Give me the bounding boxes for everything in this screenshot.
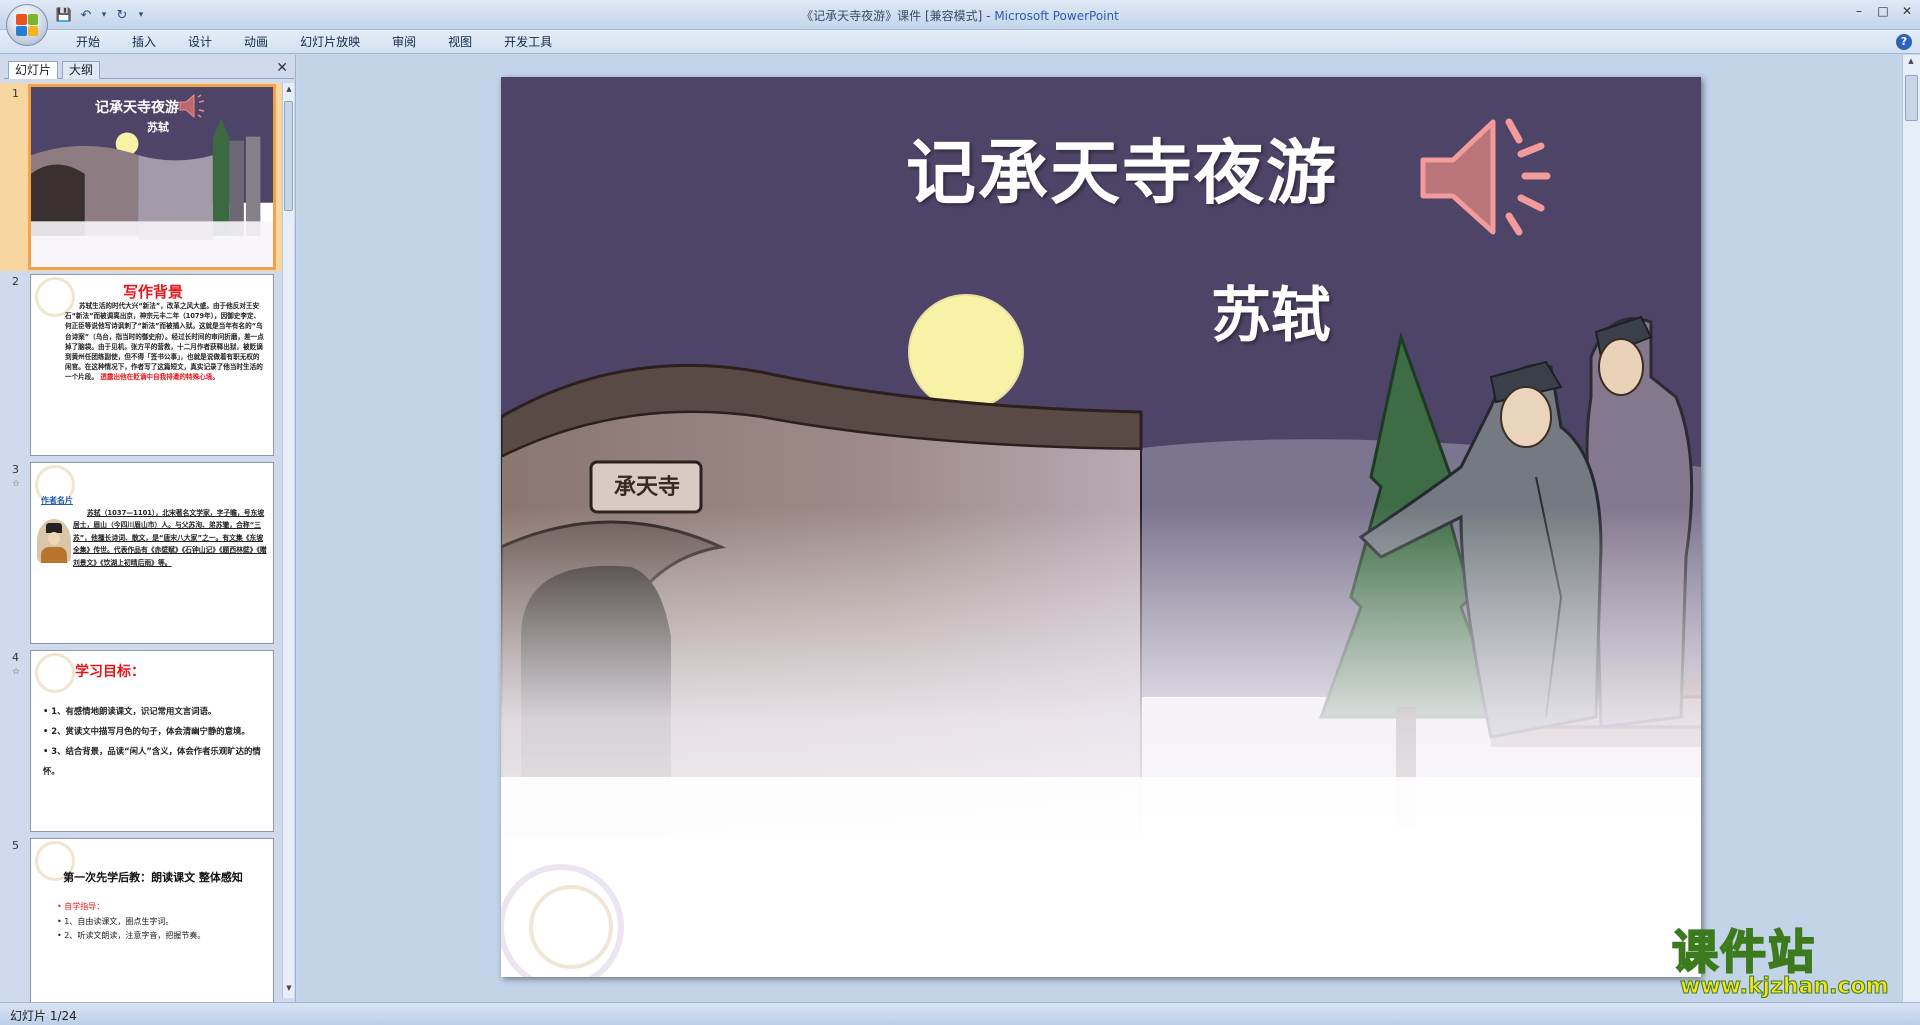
maximize-button[interactable]: □ bbox=[1876, 4, 1890, 18]
slide-counter: 幻灯片 1/24 bbox=[10, 1009, 77, 1023]
slide-thumbnail-5[interactable]: 5 第一次先学后教：朗读课文 整体感知 • 自学指导： • 1、自由读课文，圈点… bbox=[0, 835, 282, 1003]
thumbnail-body: • 1、有感情地朗读课文，识记常用文言词语。 • 2、赏读文中描写月色的句子，体… bbox=[43, 701, 265, 781]
slide-editing-area: 记承天寺夜游 苏轼 承天寺 bbox=[297, 55, 1900, 1002]
scroll-thumb[interactable] bbox=[1905, 75, 1918, 121]
tab-view[interactable]: 视图 bbox=[432, 34, 488, 50]
app-name: Microsoft PowerPoint bbox=[994, 9, 1119, 23]
close-button[interactable]: ✕ bbox=[1900, 4, 1914, 18]
thumbnail-body: 苏轼（1037—1101），北宋著名文学家，字子瞻，号东坡居士，眉山（今四川眉山… bbox=[73, 509, 267, 567]
thumbnail-subheading: • 自学指导： bbox=[57, 902, 105, 911]
slide-thumbnail-2[interactable]: 2 写作背景 苏轼生活的时代大兴“新法”，改革之风大盛。由于他反对王安石“新法”… bbox=[0, 271, 282, 459]
tab-outline[interactable]: 大纲 bbox=[62, 61, 101, 79]
window-controls: – □ ✕ bbox=[1852, 4, 1914, 18]
thumbnail-preview: 学习目标： • 1、有感情地朗读课文，识记常用文言词语。 • 2、赏读文中描写月… bbox=[30, 650, 274, 832]
pane-tabs: 幻灯片 大纲 ✕ bbox=[4, 59, 294, 79]
scroll-up-icon[interactable]: ▲ bbox=[284, 85, 294, 97]
temple-plaque-text: 承天寺 bbox=[613, 474, 680, 500]
ribbon: 开始 插入 设计 动画 幻灯片放映 审阅 视图 开发工具 ? bbox=[0, 30, 1920, 54]
thumbnail-author: 苏轼 bbox=[147, 121, 169, 134]
moon bbox=[908, 294, 1024, 410]
speaker-icon[interactable] bbox=[1417, 112, 1567, 242]
thumbnail-body: • 1、自由读课文，圈点生字词。 • 2、听读文朗读，注意字音，把握节奏。 bbox=[57, 915, 267, 943]
list-item: • 2、听读文朗读，注意字音，把握节奏。 bbox=[57, 931, 206, 940]
thumbnail-number: 2 bbox=[12, 275, 19, 288]
thumbnail-body: 苏轼生活的时代大兴“新法”，改革之风大盛。由于他反对王安石“新法”而被调离出京，… bbox=[65, 301, 265, 383]
slide-thumbnail-1[interactable]: 1 记承天寺夜游 苏轼 bbox=[0, 83, 282, 271]
document-title: 《记承天寺夜游》课件 [兼容模式] - bbox=[801, 9, 995, 23]
thumbnail-number: 1 bbox=[12, 87, 19, 100]
tab-slides[interactable]: 幻灯片 bbox=[8, 61, 59, 79]
list-item: • 2、赏读文中描写月色的句子，体会清幽宁静的意境。 bbox=[43, 726, 250, 736]
tab-insert[interactable]: 插入 bbox=[116, 34, 172, 50]
thumbnail-heading: 写作背景 bbox=[122, 283, 183, 301]
ribbon-tabs: 开始 插入 设计 动画 幻灯片放映 审阅 视图 开发工具 bbox=[60, 34, 568, 50]
help-button[interactable]: ? bbox=[1896, 34, 1912, 50]
speaker-icon bbox=[179, 93, 205, 119]
thumbnail-title: 记承天寺夜游 bbox=[95, 100, 179, 116]
swirl-decoration bbox=[35, 653, 75, 693]
thumbnail-preview: 第一次先学后教：朗读课文 整体感知 • 自学指导： • 1、自由读课文，圈点生字… bbox=[30, 838, 274, 1003]
watermark-title: 课件站 bbox=[1671, 925, 1816, 979]
thumbnail-number: 5 bbox=[12, 839, 19, 852]
thumbnail-preview: 写作背景 苏轼生活的时代大兴“新法”，改革之风大盛。由于他反对王安石“新法”而被… bbox=[30, 274, 274, 456]
tab-slide-show[interactable]: 幻灯片放映 bbox=[284, 34, 376, 50]
watermark-url: www.kjzhan.com bbox=[1680, 974, 1890, 1000]
list-item: • 1、有感情地朗读课文，识记常用文言词语。 bbox=[43, 706, 217, 716]
window-title: 《记承天寺夜游》课件 [兼容模式] - Microsoft PowerPoint bbox=[0, 7, 1920, 24]
scroll-thumb[interactable] bbox=[284, 101, 293, 211]
site-watermark: 课件站 www.kjzhan.com bbox=[1671, 925, 1904, 1002]
thumbnail-list: 1 记承天寺夜游 苏轼 2 写作背景 苏轼生活的时代大兴“新法”，改革之风大盛。… bbox=[0, 83, 282, 1003]
tab-home[interactable]: 开始 bbox=[60, 34, 116, 50]
thumbnail-number: 3 bbox=[12, 463, 19, 476]
animation-star-icon: ☆ bbox=[12, 667, 21, 677]
slide-scrollbar[interactable]: ▲ bbox=[1902, 55, 1920, 1002]
list-item: • 1、自由读课文，圈点生字词。 bbox=[57, 917, 174, 926]
slides-pane: 幻灯片 大纲 ✕ 1 记承天寺夜游 苏轼 2 写作背景 苏轼生活的时代大兴“新法… bbox=[0, 55, 296, 1003]
tab-developer[interactable]: 开发工具 bbox=[488, 34, 568, 50]
thumbnail-heading: 作者名片 bbox=[41, 496, 73, 505]
thumbnail-scrollbar[interactable]: ▲ ▼ bbox=[282, 83, 294, 998]
tab-review[interactable]: 审阅 bbox=[376, 34, 432, 50]
close-pane-icon[interactable]: ✕ bbox=[276, 60, 288, 76]
background-highlight: 透露出他在贬谪中自我排遣的特殊心境。 bbox=[100, 373, 219, 382]
slide-title[interactable]: 记承天寺夜游 bbox=[906, 117, 1338, 218]
background-text: 苏轼生活的时代大兴“新法”，改革之风大盛。由于他反对王安石“新法”而被调离出京，… bbox=[65, 302, 264, 382]
author-portrait bbox=[37, 519, 71, 563]
list-item: • 3、结合背景，品读“闲人”含义，体会作者乐观旷达的情怀。 bbox=[43, 746, 261, 776]
scroll-up-icon[interactable]: ▲ bbox=[1906, 57, 1916, 69]
thumbnail-preview: 记承天寺夜游 苏轼 bbox=[28, 84, 276, 270]
tab-animations[interactable]: 动画 bbox=[228, 34, 284, 50]
thumbnail-preview: 作者名片 苏轼（1037—1101），北宋著名文学家，字子瞻，号东坡居士，眉山（… bbox=[30, 462, 274, 644]
title-bar: 💾 ↶ ▾ ↻ ▾ 《记承天寺夜游》课件 [兼容模式] - Microsoft … bbox=[0, 0, 1920, 30]
slide-author[interactable]: 苏轼 bbox=[1211, 267, 1331, 354]
office-button[interactable] bbox=[6, 4, 48, 46]
current-slide[interactable]: 记承天寺夜游 苏轼 承天寺 bbox=[501, 77, 1701, 977]
tab-design[interactable]: 设计 bbox=[172, 34, 228, 50]
slide-thumbnail-4[interactable]: 4 ☆ 学习目标： • 1、有感情地朗读课文，识记常用文言词语。 • 2、赏读文… bbox=[0, 647, 282, 835]
minimize-button[interactable]: – bbox=[1852, 4, 1866, 18]
slide-thumbnail-3[interactable]: 3 ☆ 作者名片 苏轼（1037—1101），北宋著名文学家，字子瞻，号东坡居士… bbox=[0, 459, 282, 647]
thumbnail-heading: 第一次先学后教：朗读课文 整体感知 bbox=[63, 871, 243, 884]
office-logo-icon bbox=[16, 14, 38, 36]
status-bar: 幻灯片 1/24 bbox=[0, 1002, 1920, 1025]
scroll-down-icon[interactable]: ▼ bbox=[284, 984, 294, 996]
thumbnail-heading: 学习目标： bbox=[75, 664, 145, 680]
animation-star-icon: ☆ bbox=[12, 479, 21, 489]
thumbnail-number: 4 bbox=[12, 651, 19, 664]
